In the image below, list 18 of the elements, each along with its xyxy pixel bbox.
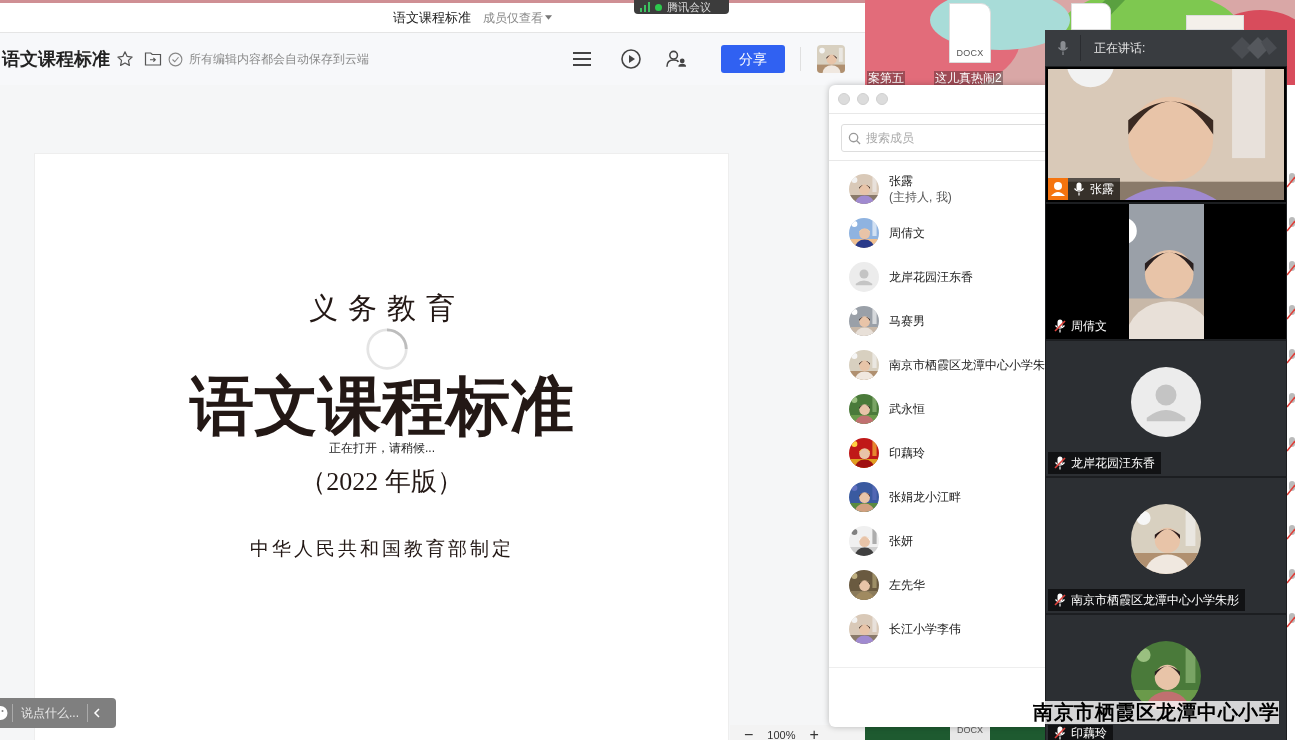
cover-title: 语文课程标准 [189,375,574,439]
cover-edition: （2022 年版） [300,469,463,495]
loading-message: 正在打开，请稍候... [327,441,437,456]
document-title: 语文课程标准 [2,47,110,71]
caption-overlay: 南京市栖霞区龙潭中心小学 [1033,701,1279,724]
cover-subtitle: 义务教育 [307,294,465,323]
participant-name: 龙岸花园汪东香 [1071,455,1155,472]
member-role: (主持人, 我) [889,189,952,205]
zoom-level: 100% [767,727,796,740]
cover-publisher: 中华人民共和国教育部制定 [249,539,514,558]
meeting-app-name: 腾讯会议 [667,1,711,13]
window-title: 语文课程标准 [393,8,471,27]
participant-name: 印藕玲 [1071,724,1107,740]
participant-name: 周倩文 [1071,318,1107,335]
participant-name: 南京市栖霞区龙潭中心小学朱彤 [1071,592,1239,609]
chat-placeholder: 说点什么... [21,705,79,722]
save-status-text: 所有编辑内容都会自动保存到云端 [189,51,369,68]
participant-name: 张露 [1090,181,1114,198]
